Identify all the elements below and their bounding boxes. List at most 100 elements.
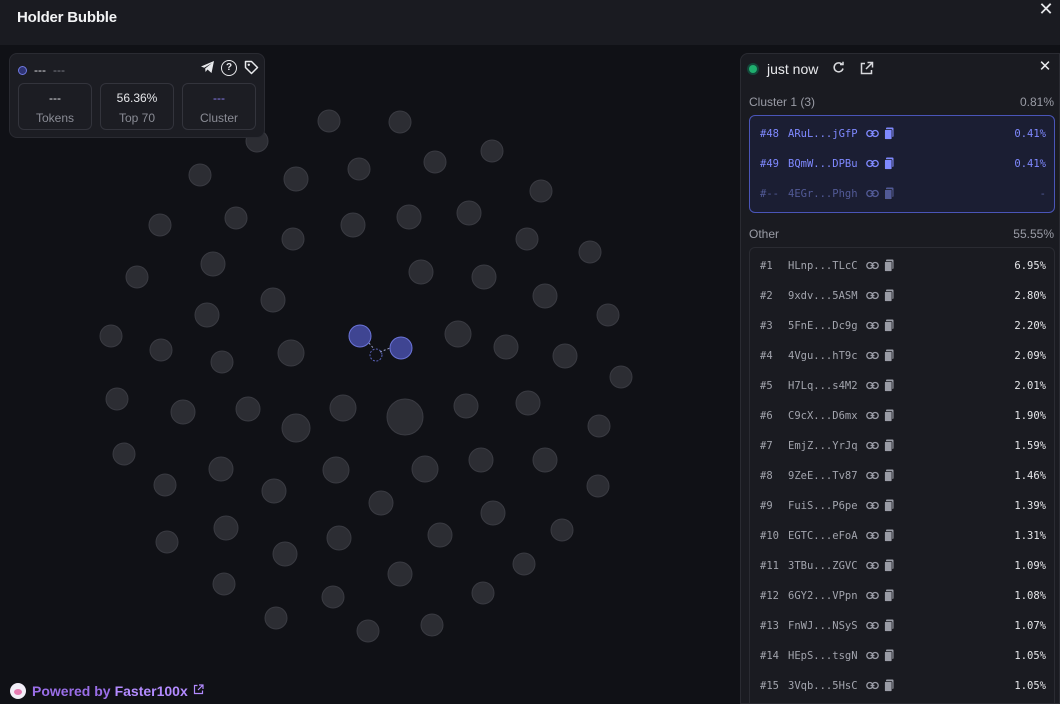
- copy-icon[interactable]: [884, 157, 894, 170]
- bubble-map[interactable]: [0, 45, 740, 704]
- copy-icon[interactable]: [884, 379, 894, 392]
- brand-link[interactable]: Faster100x: [115, 683, 188, 699]
- holder-bubble[interactable]: [512, 552, 536, 576]
- holder-address[interactable]: HLnp...TLcC: [788, 260, 858, 272]
- holder-address[interactable]: 5FnE...Dc9g: [788, 320, 858, 332]
- holder-bubble[interactable]: [155, 530, 179, 554]
- holder-bubble[interactable]: [480, 139, 504, 163]
- holder-address[interactable]: 9xdv...5ASM: [788, 290, 858, 302]
- holder-address[interactable]: 9ZeE...Tv87: [788, 470, 858, 482]
- link-icon[interactable]: [866, 350, 879, 361]
- holder-bubble[interactable]: [283, 166, 309, 192]
- holder-row[interactable]: #15 3Vqb...5HsC 1.05%: [750, 671, 1054, 701]
- holder-row[interactable]: #13 FnWJ...NSyS 1.07%: [750, 611, 1054, 641]
- holder-row[interactable]: #49 BQmW...DPBu 0.41%: [750, 149, 1054, 179]
- holder-bubble[interactable]: [396, 204, 422, 230]
- holder-address[interactable]: 4EGr...Phgh: [788, 188, 858, 200]
- copy-icon[interactable]: [884, 469, 894, 482]
- help-icon[interactable]: ?: [221, 60, 237, 76]
- holder-bubble[interactable]: [99, 324, 123, 348]
- holder-bubble[interactable]: [480, 500, 506, 526]
- copy-icon[interactable]: [884, 259, 894, 272]
- holder-bubble[interactable]: [317, 109, 341, 133]
- holder-bubble[interactable]: [529, 179, 553, 203]
- link-icon[interactable]: [866, 260, 879, 271]
- holder-bubble[interactable]: [260, 287, 286, 313]
- holder-bubble[interactable]: [213, 515, 239, 541]
- copy-icon[interactable]: [884, 529, 894, 542]
- holder-bubble[interactable]: [170, 399, 196, 425]
- close-icon[interactable]: ✕: [1037, 58, 1053, 76]
- holder-address[interactable]: EGTC...eFoA: [788, 530, 858, 542]
- holder-row[interactable]: #9 FuiS...P6pe 1.39%: [750, 491, 1054, 521]
- holder-bubble[interactable]: [471, 264, 497, 290]
- holder-address[interactable]: 4Vgu...hT9c: [788, 350, 858, 362]
- holder-bubble[interactable]: [105, 387, 129, 411]
- copy-icon[interactable]: [884, 589, 894, 602]
- copy-icon[interactable]: [884, 319, 894, 332]
- holder-address[interactable]: 6GY2...VPpn: [788, 590, 858, 602]
- holder-bubble[interactable]: [326, 525, 352, 551]
- holder-bubble[interactable]: [387, 561, 413, 587]
- cluster-bubble[interactable]: [348, 324, 372, 348]
- holder-bubble[interactable]: [261, 478, 287, 504]
- other-holders-list[interactable]: #1 HLnp...TLcC 6.95% #2 9xdv...5ASM 2.80% #3 5F…: [749, 247, 1055, 704]
- holder-address[interactable]: FnWJ...NSyS: [788, 620, 858, 632]
- holder-address[interactable]: C9cX...D6mx: [788, 410, 858, 422]
- holder-bubble[interactable]: [347, 157, 371, 181]
- external-link-icon[interactable]: [858, 61, 874, 77]
- holder-row[interactable]: #3 5FnE...Dc9g 2.20%: [750, 311, 1054, 341]
- holder-bubble[interactable]: [471, 581, 495, 605]
- holder-bubble[interactable]: [264, 606, 288, 630]
- holder-row[interactable]: #8 9ZeE...Tv87 1.46%: [750, 461, 1054, 491]
- holder-bubble[interactable]: [453, 393, 479, 419]
- holder-address[interactable]: HEpS...tsgN: [788, 650, 858, 662]
- holder-bubble[interactable]: [515, 227, 539, 251]
- holder-bubble[interactable]: [321, 585, 345, 609]
- link-icon[interactable]: [866, 470, 879, 481]
- copy-icon[interactable]: [884, 289, 894, 302]
- holder-bubble[interactable]: [272, 541, 298, 567]
- link-icon[interactable]: [866, 158, 879, 169]
- holder-bubble[interactable]: [188, 163, 212, 187]
- holder-row[interactable]: #-- 4EGr...Phgh -: [750, 179, 1054, 209]
- holder-bubble[interactable]: [552, 343, 578, 369]
- holder-bubble[interactable]: [388, 110, 412, 134]
- telegram-icon[interactable]: [199, 60, 215, 76]
- holder-bubble[interactable]: [386, 398, 424, 436]
- window-close-icon[interactable]: ✕: [1037, 0, 1055, 18]
- external-link-icon[interactable]: [193, 684, 204, 698]
- holder-bubble[interactable]: [148, 213, 172, 237]
- holder-bubble[interactable]: [281, 413, 311, 443]
- link-icon[interactable]: [866, 410, 879, 421]
- holder-bubble[interactable]: [444, 320, 472, 348]
- holder-row[interactable]: #11 3TBu...ZGVC 1.09%: [750, 551, 1054, 581]
- tag-icon[interactable]: [243, 60, 259, 76]
- copy-icon[interactable]: [884, 439, 894, 452]
- cluster-bubble[interactable]: [389, 336, 413, 360]
- holder-bubble[interactable]: [281, 227, 305, 251]
- holder-bubble[interactable]: [550, 518, 574, 542]
- copy-icon[interactable]: [884, 187, 894, 200]
- holder-row[interactable]: #14 HEpS...tsgN 1.05%: [750, 641, 1054, 671]
- holder-bubble[interactable]: [277, 339, 305, 367]
- holder-bubble[interactable]: [210, 350, 234, 374]
- holder-bubble[interactable]: [578, 240, 602, 264]
- copy-icon[interactable]: [884, 127, 894, 140]
- holder-bubble[interactable]: [200, 251, 226, 277]
- holder-bubble[interactable]: [194, 302, 220, 328]
- holder-bubble[interactable]: [224, 206, 248, 230]
- holder-address[interactable]: BQmW...DPBu: [788, 158, 858, 170]
- holder-bubble[interactable]: [515, 390, 541, 416]
- holder-bubble[interactable]: [153, 473, 177, 497]
- holder-row[interactable]: #5 H7Lq...s4M2 2.01%: [750, 371, 1054, 401]
- holder-bubble[interactable]: [587, 414, 611, 438]
- holder-bubble[interactable]: [340, 212, 366, 238]
- holder-address[interactable]: EmjZ...YrJq: [788, 440, 858, 452]
- holder-row[interactable]: #12 6GY2...VPpn 1.08%: [750, 581, 1054, 611]
- link-icon[interactable]: [866, 290, 879, 301]
- holder-address[interactable]: H7Lq...s4M2: [788, 380, 858, 392]
- holder-bubble[interactable]: [420, 613, 444, 637]
- copy-icon[interactable]: [884, 559, 894, 572]
- holder-bubble[interactable]: [208, 456, 234, 482]
